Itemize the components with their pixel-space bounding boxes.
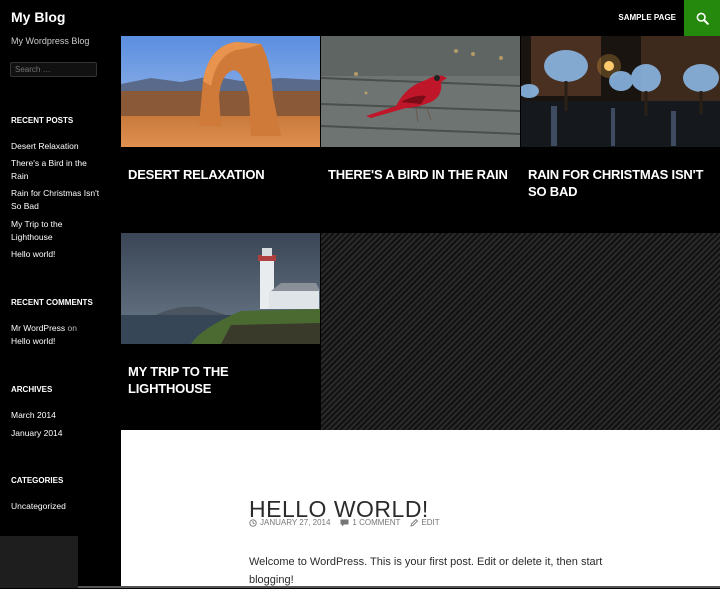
recent-post-link[interactable]: Desert Relaxation [11,140,111,153]
search-icon [696,12,709,25]
post-content: Welcome to WordPress. This is your first… [249,556,603,586]
featured-post-tile[interactable]: DESERT RELAXATION [121,36,320,233]
site-title-link[interactable]: My Blog [11,9,65,25]
post-comments-link[interactable]: 1 COMMENT [340,518,400,527]
category-link[interactable]: Uncategorized [11,500,111,513]
recent-posts-heading: RECENT POSTS [11,116,74,125]
sidebar: My Wordpress Blog RECENT POSTS Desert Re… [0,36,121,588]
archive-link[interactable]: March 2014 [11,409,111,422]
featured-post-tile[interactable]: RAIN FOR CHRISTMAS ISN'T SO BAD [521,36,720,233]
featured-thumbnail-desert[interactable] [121,36,320,147]
pencil-icon [410,518,419,527]
comment-author-link[interactable]: Mr WordPress [11,323,65,333]
comment-icon [340,519,349,526]
recent-comment-item: Mr WordPress on [11,322,111,335]
featured-post-title[interactable]: THERE'S A BIRD IN THE RAIN [328,166,514,183]
featured-post-title[interactable]: RAIN FOR CHRISTMAS ISN'T SO BAD [528,166,714,200]
site-tagline: My Wordpress Blog [11,36,90,46]
archive-link[interactable]: January 2014 [11,427,111,440]
post-date[interactable]: JANUARY 27, 2014 [249,518,330,527]
featured-thumbnail-night-plaza[interactable] [521,36,720,147]
featured-post-tile[interactable]: THERE'S A BIRD IN THE RAIN [321,36,520,233]
recent-post-link[interactable]: There's a Bird in the Rain [11,157,96,183]
categories-heading: CATEGORIES [11,476,64,485]
featured-thumbnail-lighthouse[interactable] [121,233,320,344]
search-toggle-button[interactable] [684,0,720,36]
comment-connector: on [67,323,77,333]
post-edit-link[interactable]: EDIT [410,518,440,527]
recent-post-link[interactable]: My Trip to the Lighthouse [11,218,76,244]
comment-post-link[interactable]: Hello world! [11,335,111,348]
recent-post-link[interactable]: Rain for Christmas Isn't So Bad [11,187,111,213]
post-article: HELLO WORLD! JANUARY 27, 2014 1 COMMENT … [121,430,720,588]
recent-post-link[interactable]: Hello world! [11,248,111,261]
clock-icon [249,518,257,527]
sidebar-search-input[interactable] [10,62,97,77]
featured-post-title[interactable]: DESERT RELAXATION [128,166,314,183]
featured-post-tile[interactable]: MY TRIP TO THE LIGHTHOUSE [121,233,320,430]
recent-comments-heading: RECENT COMMENTS [11,298,93,307]
featured-thumbnail-cardinal[interactable] [321,36,520,147]
post-meta: JANUARY 27, 2014 1 COMMENT EDIT [249,518,440,527]
sidebar-footer-block [0,536,78,588]
archives-heading: ARCHIVES [11,385,53,394]
grid-filler-pattern [321,233,720,430]
featured-content-grid: DESERT RELAXATION THERE'S A BIRD IN THE … [121,36,720,430]
nav-sample-page[interactable]: SAMPLE PAGE [618,13,676,22]
featured-post-title[interactable]: MY TRIP TO THE LIGHTHOUSE [128,363,314,397]
site-header: My Blog SAMPLE PAGE [0,0,720,36]
